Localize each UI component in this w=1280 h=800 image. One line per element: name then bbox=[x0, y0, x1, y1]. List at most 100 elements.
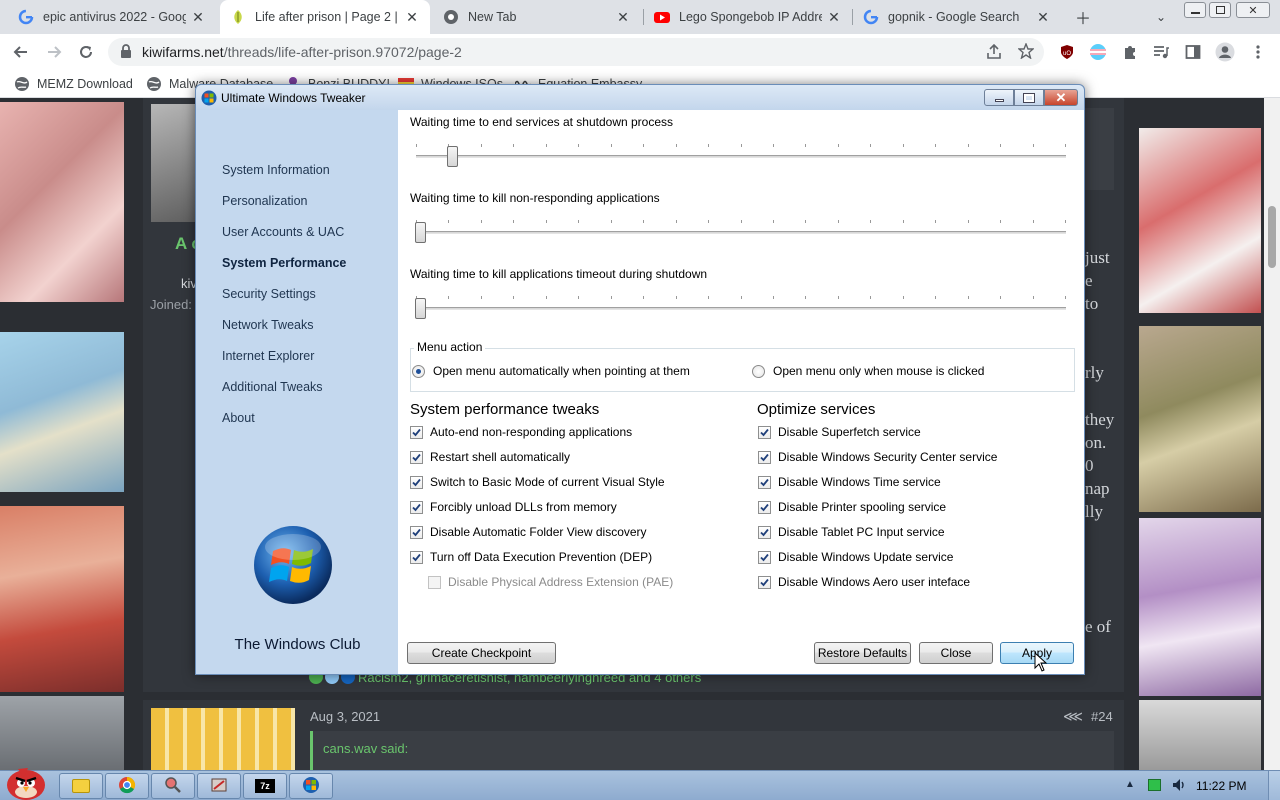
back-arrow-icon[interactable] bbox=[9, 40, 33, 64]
new-tab-icon[interactable]: ＋ bbox=[1071, 5, 1095, 29]
tab-youtube[interactable]: Lego Spongebob IP Address ✕ bbox=[644, 0, 852, 34]
ublock-icon[interactable]: uO bbox=[1057, 42, 1077, 62]
post-date[interactable]: Aug 3, 2021 bbox=[310, 709, 380, 724]
extensions-puzzle-icon[interactable] bbox=[1120, 42, 1140, 62]
checkbox[interactable] bbox=[410, 450, 423, 464]
restore-icon[interactable] bbox=[1209, 2, 1231, 18]
checkbox[interactable] bbox=[758, 575, 771, 589]
slider-thumb[interactable] bbox=[415, 298, 426, 319]
service-checkbox-row[interactable]: Disable Windows Security Center service bbox=[758, 450, 997, 464]
close-window-icon[interactable]: ✕ bbox=[1044, 89, 1078, 106]
uwt-title-bar[interactable]: Ultimate Windows Tweaker ✕ bbox=[196, 85, 1084, 110]
show-desktop-button[interactable] bbox=[1268, 771, 1280, 800]
slider-track[interactable] bbox=[416, 144, 1066, 158]
perf-checkbox-row[interactable]: Auto-end non-responding applications bbox=[410, 425, 632, 439]
address-bar[interactable]: kiwifarms.net/threads/life-after-prison.… bbox=[108, 38, 1044, 66]
start-button-angry-bird-icon[interactable] bbox=[2, 765, 50, 800]
quote-author[interactable]: cans.wav said: bbox=[323, 741, 408, 756]
forward-arrow-icon[interactable] bbox=[42, 40, 66, 64]
create-checkpoint-button[interactable]: Create Checkpoint bbox=[407, 642, 556, 664]
perf-checkbox-row[interactable]: Forcibly unload DLLs from memory bbox=[410, 500, 617, 514]
lock-icon[interactable] bbox=[120, 43, 132, 61]
perf-checkbox-row[interactable]: Switch to Basic Mode of current Visual S… bbox=[410, 475, 665, 489]
tab-kiwifarms[interactable]: Life after prison | Page 2 | Kiwi Farms … bbox=[220, 0, 430, 34]
sidebar-item-about[interactable]: About bbox=[222, 411, 255, 425]
checkbox[interactable] bbox=[758, 550, 771, 564]
sidebar-item-personalization[interactable]: Personalization bbox=[222, 194, 307, 208]
sidebar-item-system-information[interactable]: System Information bbox=[222, 163, 330, 177]
close-tab-icon[interactable]: ✕ bbox=[190, 9, 206, 25]
tab-search-chevron-icon[interactable]: ⌄ bbox=[1149, 5, 1173, 29]
kebab-menu-icon[interactable] bbox=[1248, 42, 1268, 62]
service-checkbox-row[interactable]: Disable Tablet PC Input service bbox=[758, 525, 945, 539]
radio-open-on-click[interactable]: Open menu only when mouse is clicked bbox=[752, 364, 984, 378]
taskbar-tool[interactable] bbox=[197, 773, 241, 799]
tab-new-tab[interactable]: New Tab ✕ bbox=[433, 0, 641, 34]
close-button[interactable]: Close bbox=[919, 642, 993, 664]
checkbox[interactable] bbox=[758, 475, 771, 489]
service-checkbox-row[interactable]: Disable Windows Time service bbox=[758, 475, 941, 489]
restore-defaults-button[interactable]: Restore Defaults bbox=[814, 642, 911, 664]
close-tab-icon[interactable]: ✕ bbox=[1035, 9, 1051, 25]
checkbox[interactable] bbox=[410, 500, 423, 514]
taskbar-search-tool[interactable] bbox=[151, 773, 195, 799]
post-number[interactable]: #24 bbox=[1091, 709, 1113, 724]
taskbar-clock[interactable]: 11:22 PM bbox=[1196, 779, 1246, 793]
minimize-icon[interactable] bbox=[984, 89, 1014, 106]
checkbox[interactable] bbox=[410, 525, 423, 539]
checkbox[interactable] bbox=[758, 450, 771, 464]
network-status-icon[interactable] bbox=[1148, 779, 1161, 791]
close-window-icon[interactable]: ✕ bbox=[1236, 2, 1270, 18]
close-tab-icon[interactable]: ✕ bbox=[404, 9, 420, 25]
perf-checkbox-row[interactable]: Turn off Data Execution Prevention (DEP) bbox=[410, 550, 652, 564]
service-checkbox-row[interactable]: Disable Printer spooling service bbox=[758, 500, 946, 514]
share-icon[interactable] bbox=[986, 43, 1002, 63]
tab-google-gopnik[interactable]: gopnik - Google Search ✕ bbox=[853, 0, 1061, 34]
volume-icon[interactable] bbox=[1171, 777, 1187, 796]
checkbox[interactable] bbox=[758, 500, 771, 514]
radio-circle[interactable] bbox=[752, 364, 765, 378]
side-panel-icon[interactable] bbox=[1183, 42, 1203, 62]
radio-circle[interactable] bbox=[412, 364, 425, 378]
page-scrollbar[interactable] bbox=[1264, 98, 1280, 770]
slider-thumb[interactable] bbox=[415, 222, 426, 243]
reload-icon[interactable] bbox=[74, 40, 98, 64]
tray-expand-icon[interactable]: ▲ bbox=[1125, 779, 1135, 790]
taskbar-uwt[interactable] bbox=[289, 773, 333, 799]
sidebar-item-additional-tweaks[interactable]: Additional Tweaks bbox=[222, 380, 323, 394]
media-queue-icon[interactable] bbox=[1151, 42, 1171, 62]
perf-checkbox-row[interactable]: Restart shell automatically bbox=[410, 450, 570, 464]
checkbox[interactable] bbox=[758, 425, 771, 439]
taskbar-chrome[interactable] bbox=[105, 773, 149, 799]
checkbox[interactable] bbox=[410, 475, 423, 489]
tab-google-antivirus[interactable]: epic antivirus 2022 - Google Search ✕ bbox=[8, 0, 216, 34]
sidebar-item-user-accounts[interactable]: User Accounts & UAC bbox=[222, 225, 344, 239]
close-tab-icon[interactable]: ✕ bbox=[615, 9, 631, 25]
sidebar-item-security-settings[interactable]: Security Settings bbox=[222, 287, 316, 301]
share-icon[interactable]: ⋘ bbox=[1063, 708, 1083, 725]
profile-avatar-icon[interactable] bbox=[1215, 42, 1235, 62]
service-checkbox-row[interactable]: Disable Windows Update service bbox=[758, 550, 953, 564]
slider-track[interactable] bbox=[416, 220, 1066, 234]
trans-flag-icon[interactable] bbox=[1088, 42, 1108, 62]
checkbox[interactable] bbox=[410, 550, 423, 564]
bookmark-memz[interactable]: MEMZ Download bbox=[14, 76, 133, 92]
maximize-icon[interactable] bbox=[1014, 89, 1044, 106]
bookmark-star-icon[interactable] bbox=[1017, 42, 1035, 62]
minimize-icon[interactable] bbox=[1184, 2, 1206, 18]
service-checkbox-row[interactable]: Disable Windows Aero user inteface bbox=[758, 575, 970, 589]
taskbar-7zip[interactable]: 7z bbox=[243, 773, 287, 799]
checkbox[interactable] bbox=[758, 525, 771, 539]
checkbox[interactable] bbox=[410, 425, 423, 439]
radio-open-on-hover[interactable]: Open menu automatically when pointing at… bbox=[412, 364, 690, 378]
close-tab-icon[interactable]: ✕ bbox=[826, 9, 842, 25]
sidebar-item-system-performance[interactable]: System Performance bbox=[222, 256, 346, 270]
slider-track[interactable] bbox=[416, 296, 1066, 310]
sidebar-item-network-tweaks[interactable]: Network Tweaks bbox=[222, 318, 313, 332]
sidebar-item-internet-explorer[interactable]: Internet Explorer bbox=[222, 349, 314, 363]
service-checkbox-row[interactable]: Disable Superfetch service bbox=[758, 425, 921, 439]
perf-checkbox-row[interactable]: Disable Automatic Folder View discovery bbox=[410, 525, 647, 539]
slider-thumb[interactable] bbox=[446, 146, 458, 167]
taskbar-explorer[interactable] bbox=[59, 773, 103, 799]
scrollbar-thumb[interactable] bbox=[1268, 206, 1276, 268]
